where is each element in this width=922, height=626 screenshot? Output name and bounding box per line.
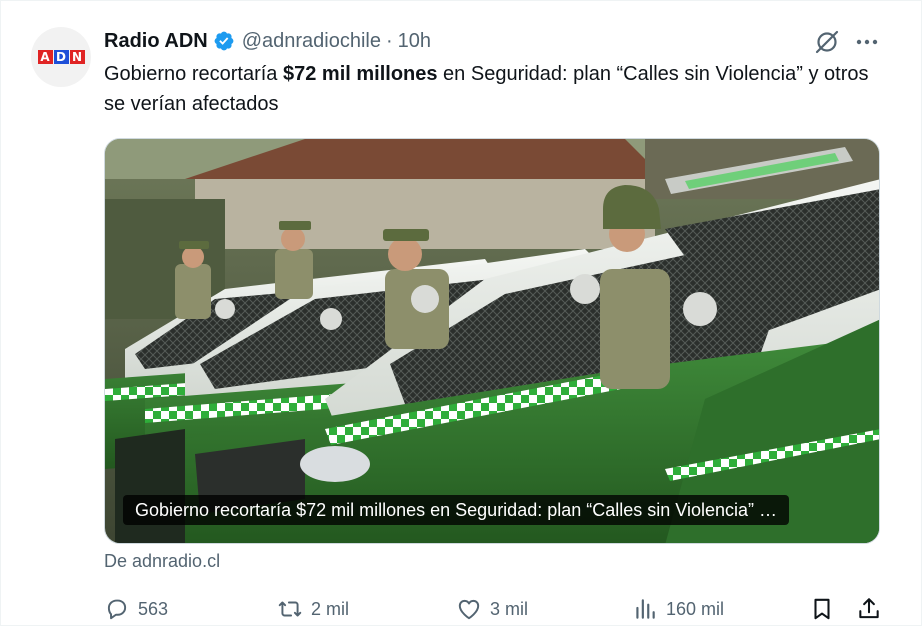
- repost-icon: [278, 601, 302, 617]
- tweet-text: Gobierno recortaría $72 mil millones en …: [104, 59, 884, 119]
- avatar-letter-d: D: [53, 50, 69, 64]
- repost-button[interactable]: 2 mil: [277, 593, 349, 625]
- bookmark-icon: [814, 598, 830, 620]
- link-card[interactable]: Gobierno recortaría $72 mil millones en …: [104, 138, 880, 544]
- share-button[interactable]: [856, 593, 882, 625]
- tweet-text-part: Gobierno recortaría: [104, 63, 283, 85]
- bookmark-button[interactable]: [809, 593, 835, 625]
- tweet-header: Radio ADN @adnradiochile · 10h: [104, 27, 431, 55]
- share-icon: [859, 598, 879, 619]
- display-name[interactable]: Radio ADN: [104, 30, 208, 53]
- views-icon: [636, 599, 655, 619]
- action-bar: 563 2 mil 3 mil 160 mil: [104, 593, 884, 625]
- verified-badge-icon[interactable]: [213, 30, 235, 52]
- timestamp[interactable]: 10h: [398, 30, 431, 53]
- avatar-letter-n: N: [69, 50, 85, 64]
- like-count: 3 mil: [490, 598, 529, 619]
- reply-count: 563: [138, 598, 169, 619]
- separator-dot: ·: [385, 29, 393, 52]
- views-button[interactable]: 160 mil: [632, 593, 724, 625]
- more-options-icon[interactable]: [853, 29, 881, 55]
- card-photo: [105, 139, 879, 543]
- tweet-text-bold: $72 mil millones: [282, 63, 438, 85]
- card-source[interactable]: De adnradio.cl: [104, 551, 220, 572]
- tweet-article[interactable]: A D N Radio ADN @adnradiochile · 10h Gob…: [0, 0, 922, 626]
- handle[interactable]: @adnradiochile: [242, 30, 381, 53]
- repost-count: 2 mil: [311, 598, 350, 619]
- like-icon: [458, 599, 480, 620]
- card-caption: Gobierno recortaría $72 mil millones en …: [123, 495, 789, 525]
- grok-icon[interactable]: [813, 28, 841, 56]
- reply-icon: [107, 599, 127, 620]
- avatar[interactable]: A D N: [31, 27, 91, 87]
- views-count: 160 mil: [666, 598, 725, 619]
- avatar-letter-a: A: [37, 50, 53, 64]
- like-button[interactable]: 3 mil: [456, 593, 528, 625]
- reply-button[interactable]: 563: [104, 593, 168, 625]
